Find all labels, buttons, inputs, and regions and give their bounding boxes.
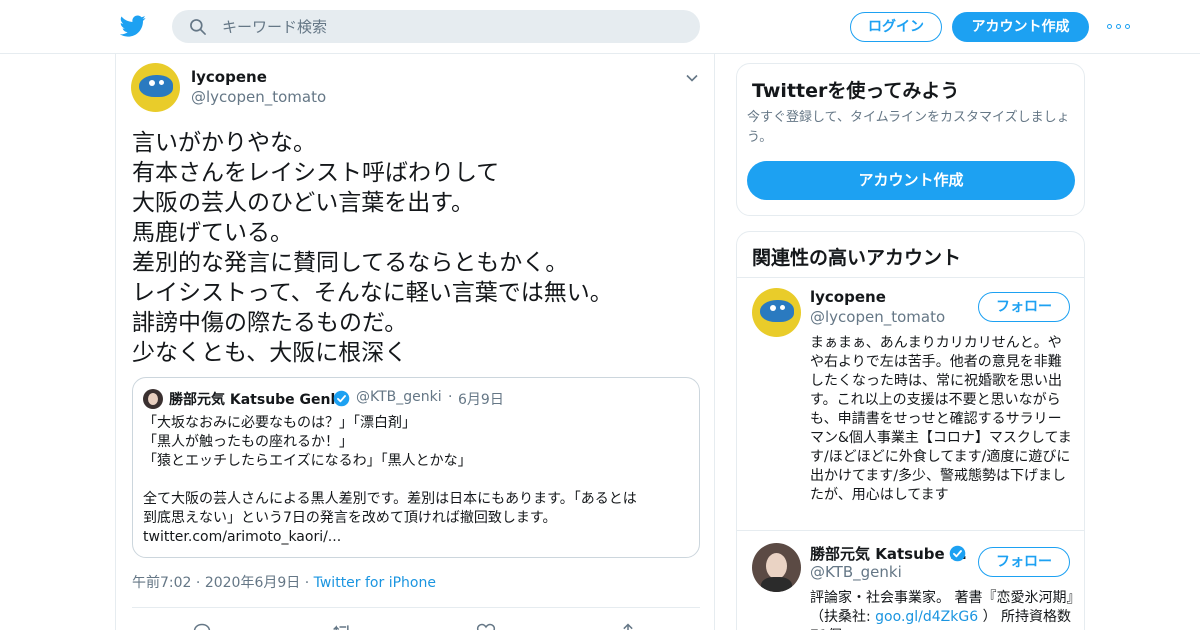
chevron-down-icon[interactable] [686, 72, 698, 84]
account-name[interactable]: 勝部元気 Katsube ... [810, 543, 967, 564]
separator-dot: · [304, 575, 310, 591]
bio-link[interactable]: goo.gl/d4ZkG6 [875, 609, 978, 625]
card-description: 今すぐ登録して、タイムラインをカスタマイズしましょう。 [747, 110, 1070, 145]
top-nav: ログイン アカウント作成 [0, 0, 1200, 54]
tweet-detail: lycopene @lycopen_tomato 言いがかりやな。 有本さんをレ… [115, 54, 715, 630]
share-icon[interactable] [618, 622, 638, 630]
signup-card: Twitterを使ってみよう 今すぐ登録して、タイムラインをカスタマイズしましょ… [736, 63, 1085, 216]
like-icon[interactable] [476, 622, 496, 630]
avatar[interactable] [752, 543, 801, 592]
signup-button[interactable]: アカウント作成 [952, 12, 1089, 42]
search-input[interactable] [222, 10, 682, 43]
account-bio: 評論家・社会事業家。 著書『恋愛氷河期』（扶桑社: goo.gl/d4ZkG6 … [810, 590, 1074, 630]
card-title: 関連性の高いアカウント [752, 247, 962, 269]
quoted-author-handle: @KTB_genki [356, 389, 442, 405]
avatar [143, 389, 163, 409]
search-icon [190, 19, 206, 35]
login-button[interactable]: ログイン [850, 12, 942, 42]
verified-badge-icon [333, 390, 350, 407]
quoted-tweet[interactable]: 勝部元気 Katsube Genki @KTB_genki · 6月9日 「大坂… [132, 377, 700, 558]
tweet-author-handle[interactable]: @lycopen_tomato [191, 88, 326, 106]
tweet-author-name[interactable]: lycopene [191, 68, 267, 86]
search-bar[interactable] [172, 10, 700, 43]
retweet-icon[interactable] [332, 622, 352, 630]
divider [737, 277, 1084, 278]
follow-button[interactable]: フォロー [978, 547, 1070, 577]
tweet-text: 言いがかりやな。 有本さんをレイシスト呼ばわりして 大阪の芸人のひどい言葉を出す… [132, 130, 613, 366]
account-handle[interactable]: @KTB_genki [810, 563, 902, 581]
twitter-bird-icon[interactable] [120, 13, 146, 39]
reply-icon[interactable] [192, 622, 212, 630]
follow-button[interactable]: フォロー [978, 292, 1070, 322]
separator-dot: · [195, 575, 201, 591]
verified-badge-icon [949, 545, 966, 562]
quoted-text: 「大坂なおみに必要なものは？」「漂白剤」 「黒人が触ったもの座れるか！」 「猿と… [143, 415, 637, 545]
tweet-date[interactable]: 2020年6月9日 [205, 575, 300, 591]
signup-card-button[interactable]: アカウント作成 [747, 161, 1075, 200]
separator-dot: · [448, 389, 453, 405]
quoted-author-name: 勝部元気 Katsube Genki [169, 392, 345, 408]
account-name[interactable]: lycopene [810, 288, 886, 306]
account-bio: まぁまぁ、あんまりカリカリせんと。やや右よりで左は苦手。他者の意見を非難したくな… [810, 335, 1072, 503]
card-title: Twitterを使ってみよう [752, 80, 960, 102]
tweet-source-link[interactable]: Twitter for iPhone [314, 575, 436, 591]
avatar[interactable] [752, 288, 801, 337]
divider [132, 607, 700, 608]
tweet-metadata: 午前7:02 · 2020年6月9日 · Twitter for iPhone [132, 572, 436, 592]
quoted-date: 6月9日 [458, 392, 504, 408]
more-icon[interactable] [1107, 24, 1131, 30]
account-handle[interactable]: @lycopen_tomato [810, 308, 945, 326]
avatar[interactable] [131, 63, 180, 112]
divider [737, 530, 1084, 531]
related-accounts-card: 関連性の高いアカウント lycopene @lycopen_tomato フォロ… [736, 231, 1085, 630]
tweet-time[interactable]: 午前7:02 [132, 575, 191, 591]
